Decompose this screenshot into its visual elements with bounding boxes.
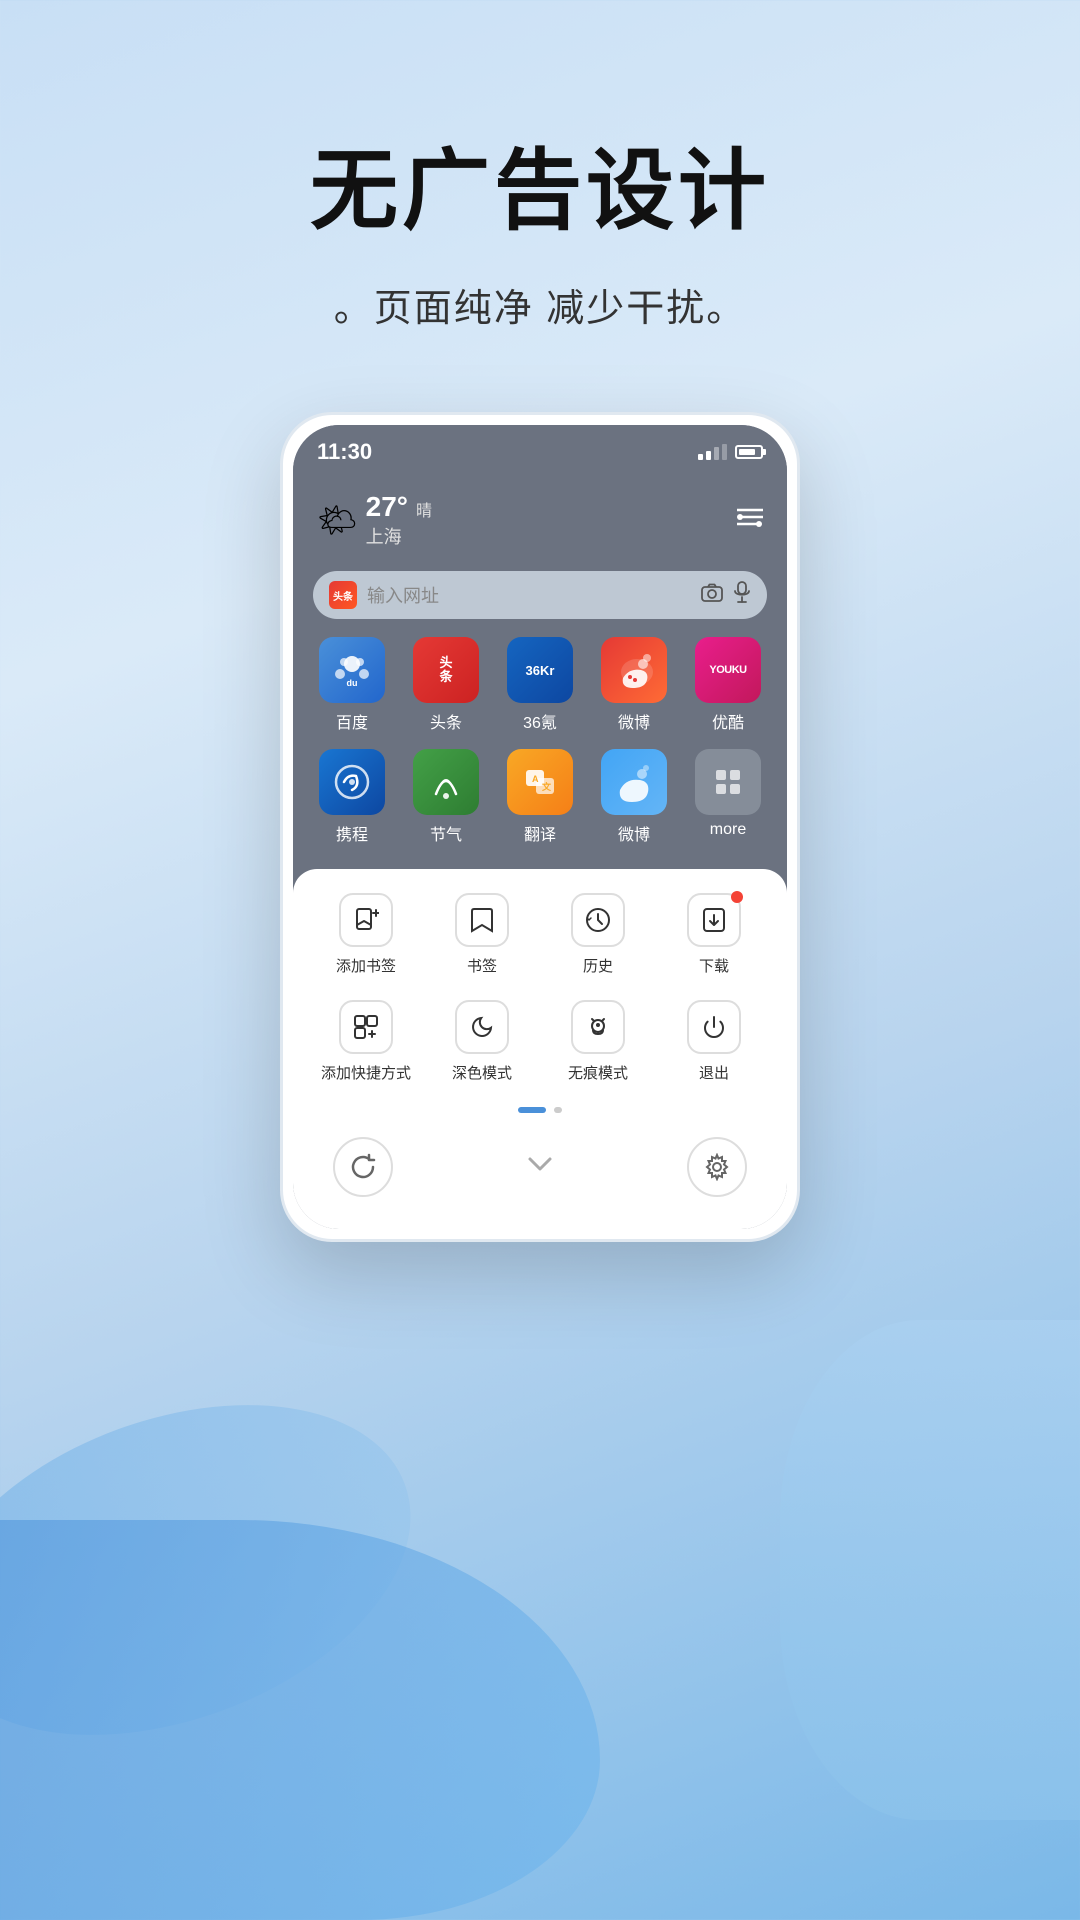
bg-decoration-2 <box>0 1520 600 1920</box>
status-icons <box>698 444 763 460</box>
fanyi-icon: A 文 <box>507 749 573 815</box>
history-label: 历史 <box>583 955 613 976</box>
jieqi-icon <box>413 749 479 815</box>
weather-temp: 27° <box>366 491 408 523</box>
weather-label: 晴 <box>416 497 432 521</box>
weibo2-icon <box>601 749 667 815</box>
weather-row: 🌤 27° 晴 上海 <box>313 483 767 557</box>
weibo2-label: 微博 <box>618 821 650 845</box>
weather-icon: 🌤 <box>317 501 358 539</box>
browser-content: 🌤 27° 晴 上海 <box>293 473 787 869</box>
download-badge <box>731 891 743 903</box>
fanyi-label: 翻译 <box>524 821 556 845</box>
app-youku[interactable]: YOUKU 优酷 <box>689 637 767 733</box>
xiecheng-label: 携程 <box>336 821 368 845</box>
weather-left: 🌤 27° 晴 上海 <box>317 491 432 549</box>
toutiao-label: 头条 <box>430 709 462 733</box>
incognito-icon <box>571 1000 625 1054</box>
page-dot-active <box>518 1107 546 1113</box>
more-label: more <box>710 821 746 839</box>
bottom-menu-row1: 添加书签 书签 <box>313 893 767 976</box>
chevron-down-icon[interactable] <box>524 1153 556 1181</box>
settings-button[interactable] <box>737 507 763 533</box>
36kr-label: 36氪 <box>523 709 557 733</box>
app-weibo2[interactable]: 微博 <box>595 749 673 845</box>
settings-button-bottom[interactable] <box>687 1137 747 1197</box>
bottom-menu-row2: 添加快捷方式 深色模式 <box>313 1000 767 1083</box>
add-shortcut-label: 添加快捷方式 <box>321 1062 411 1083</box>
phone-screen: 11:30 🌤 <box>293 425 787 1229</box>
subtitle: 。页面纯净 减少干扰。 <box>334 277 747 332</box>
status-bar: 11:30 <box>293 425 787 473</box>
menu-incognito[interactable]: 无痕模式 <box>545 1000 651 1083</box>
page-indicator <box>313 1107 767 1113</box>
xiecheng-icon <box>319 749 385 815</box>
weibo1-label: 微博 <box>618 709 650 733</box>
bookmark-icon <box>455 893 509 947</box>
mic-icon[interactable] <box>733 581 751 609</box>
svg-text:A: A <box>532 774 539 784</box>
menu-history[interactable]: 历史 <box>545 893 651 976</box>
search-placeholder: 输入网址 <box>367 582 691 608</box>
bottom-bar <box>313 1129 767 1209</box>
menu-add-bookmark[interactable]: 添加书签 <box>313 893 419 976</box>
youku-label: 优酷 <box>712 709 744 733</box>
app-xiecheng[interactable]: 携程 <box>313 749 391 845</box>
download-label: 下载 <box>699 955 729 976</box>
36kr-icon: 36Kr <box>507 637 573 703</box>
signal-icon <box>698 444 727 460</box>
svg-text:du: du <box>347 678 358 688</box>
menu-exit[interactable]: 退出 <box>661 1000 767 1083</box>
toutiao-icon: 头条 <box>413 637 479 703</box>
bg-decoration-3 <box>780 1320 1080 1820</box>
exit-label: 退出 <box>699 1062 729 1083</box>
jieqi-label: 节气 <box>430 821 462 845</box>
incognito-label: 无痕模式 <box>568 1062 628 1083</box>
app-more[interactable]: more <box>689 749 767 845</box>
camera-icon[interactable] <box>701 582 723 608</box>
more-icon <box>695 749 761 815</box>
menu-bookmark[interactable]: 书签 <box>429 893 535 976</box>
dark-mode-label: 深色模式 <box>452 1062 512 1083</box>
youku-icon: YOUKU <box>695 637 761 703</box>
search-logo: 头条 <box>329 581 357 609</box>
baidu-icon: du <box>319 637 385 703</box>
bookmark-label: 书签 <box>467 955 497 976</box>
page-dot-inactive <box>554 1107 562 1113</box>
search-bar[interactable]: 头条 输入网址 <box>313 571 767 619</box>
headline: 无广告设计 <box>310 120 770 247</box>
phone-mockup: 11:30 🌤 <box>280 412 800 1242</box>
menu-add-shortcut[interactable]: 添加快捷方式 <box>313 1000 419 1083</box>
exit-icon <box>687 1000 741 1054</box>
app-36kr[interactable]: 36Kr 36氪 <box>501 637 579 733</box>
weibo1-icon <box>601 637 667 703</box>
dark-mode-icon <box>455 1000 509 1054</box>
app-toutiao[interactable]: 头条 头条 <box>407 637 485 733</box>
menu-download[interactable]: 下载 <box>661 893 767 976</box>
bottom-sheet: 添加书签 书签 <box>293 869 787 1229</box>
menu-dark-mode[interactable]: 深色模式 <box>429 1000 535 1083</box>
app-grid: du 百度 头条 头条 36Kr <box>313 633 767 849</box>
app-baidu[interactable]: du 百度 <box>313 637 391 733</box>
add-bookmark-label: 添加书签 <box>336 955 396 976</box>
weather-city: 上海 <box>366 523 402 549</box>
app-weibo1[interactable]: 微博 <box>595 637 673 733</box>
status-time: 11:30 <box>317 439 372 465</box>
svg-text:文: 文 <box>541 781 552 792</box>
add-shortcut-icon <box>339 1000 393 1054</box>
baidu-label: 百度 <box>336 709 368 733</box>
download-icon <box>687 893 741 947</box>
add-bookmark-icon <box>339 893 393 947</box>
app-fanyi[interactable]: A 文 翻译 <box>501 749 579 845</box>
history-icon <box>571 893 625 947</box>
app-jieqi[interactable]: 节气 <box>407 749 485 845</box>
battery-icon <box>735 445 763 459</box>
refresh-button[interactable] <box>333 1137 393 1197</box>
